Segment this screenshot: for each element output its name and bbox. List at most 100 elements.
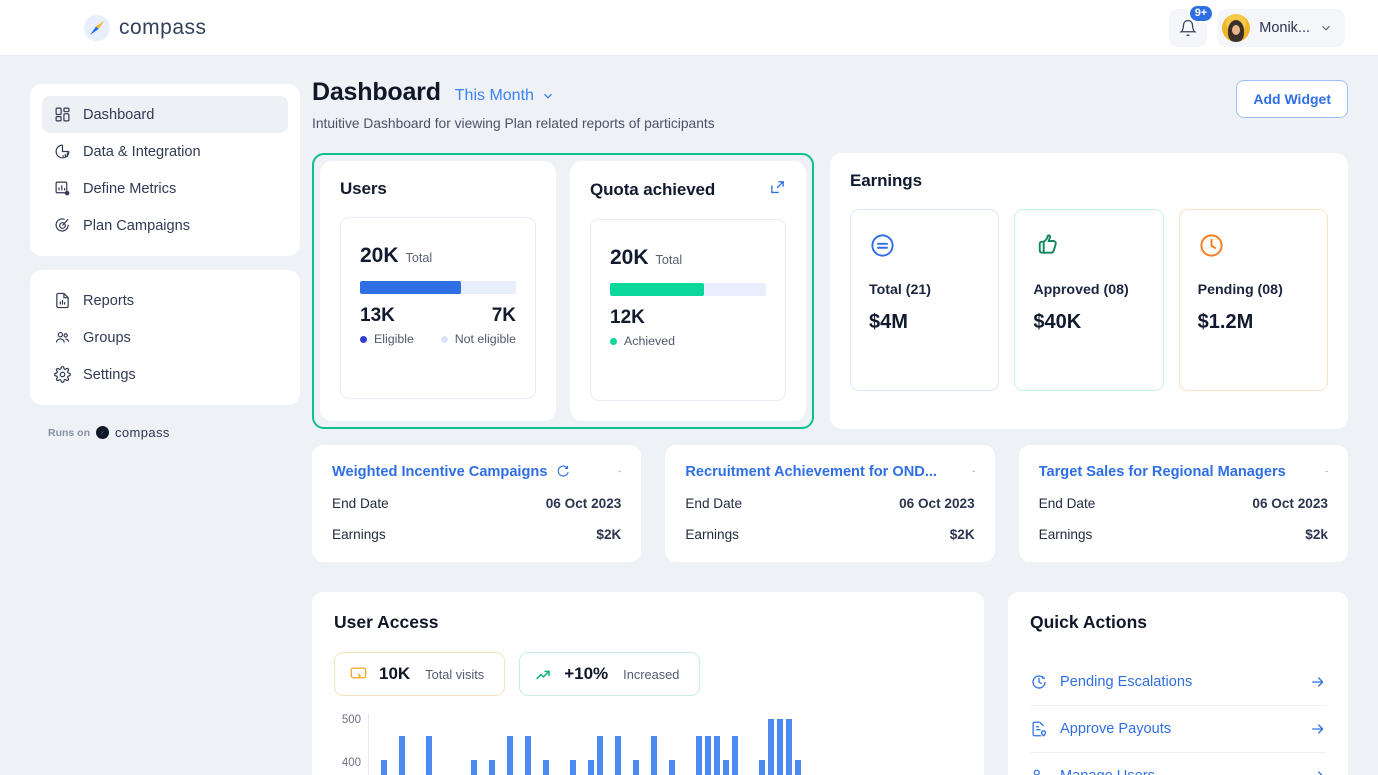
widgets-row-top: Users 20K Total 13K 7K [312, 153, 1348, 429]
campaign-end-date-value: 06 Oct 2023 [899, 496, 975, 511]
chart-bar [426, 736, 432, 775]
campaign-head: Target Sales for Regional Managers [1039, 463, 1328, 480]
avatar [1222, 14, 1250, 42]
runs-on-label: Runs on [48, 427, 90, 439]
chart-bar [399, 736, 405, 775]
campaign-earnings-label: Earnings [1039, 527, 1093, 542]
campaign-head: Recruitment Achievement for OND... [685, 463, 974, 480]
legend-not-eligible: Not eligible [441, 332, 516, 346]
users-total: 20K Total [360, 244, 516, 268]
brand-logo[interactable]: compass [84, 15, 207, 41]
total-visits-value: 10K [379, 664, 410, 684]
data-integration-icon [54, 143, 71, 160]
campaign-earnings-label: Earnings [685, 527, 739, 542]
chart-bar [381, 760, 387, 775]
equals-circle-icon [869, 232, 896, 259]
arrow-right-icon[interactable] [1310, 768, 1326, 775]
arrow-right-icon[interactable] [958, 463, 975, 480]
add-widget-button[interactable]: Add Widget [1236, 80, 1348, 118]
sidebar-item-label: Settings [83, 367, 136, 383]
chart-y-tick: 400 [342, 757, 361, 769]
sidebar-item-dashboard[interactable]: Dashboard [42, 96, 288, 133]
users-widget-body: 20K Total 13K 7K [340, 217, 536, 399]
campaign-end-date-value: 06 Oct 2023 [546, 496, 622, 511]
sidebar-item-data-integration[interactable]: Data & Integration [42, 133, 288, 170]
sidebar-item-define-metrics[interactable]: Define Metrics [42, 170, 288, 207]
users-total-label: Total [406, 251, 433, 265]
period-selector[interactable]: This Month [455, 87, 555, 105]
user-menu[interactable]: Monik... [1217, 9, 1345, 47]
total-visits-label: Total visits [425, 667, 484, 682]
campaign-card[interactable]: Weighted Incentive Campaigns End Date 06… [312, 445, 641, 562]
chart-bar [651, 736, 657, 775]
earnings-tile-value: $4M [869, 311, 980, 334]
chevron-down-icon [1319, 21, 1333, 35]
notifications-button[interactable]: 9+ [1169, 9, 1207, 47]
total-visits-pill[interactable]: 10K Total visits [334, 652, 505, 696]
user-access-title: User Access [334, 612, 962, 633]
campaign-card[interactable]: Recruitment Achievement for OND... End D… [665, 445, 994, 562]
quota-total-value: 20K [610, 246, 649, 270]
page-title: Dashboard [312, 78, 441, 107]
runs-on-footer: Runs on compass [30, 419, 300, 440]
chart-bar [777, 719, 783, 775]
arrow-right-icon[interactable] [604, 463, 621, 480]
bottom-row: User Access 10K Total visits [312, 592, 1348, 775]
quick-action-manage-users[interactable]: Manage Users [1030, 753, 1326, 775]
sidebar-item-groups[interactable]: Groups [42, 319, 288, 356]
page-body: Dashboard Data & Integration Define Metr… [0, 56, 1378, 775]
sidebar: Dashboard Data & Integration Define Metr… [0, 56, 300, 775]
chart-bar [588, 760, 594, 775]
earnings-tile-pending[interactable]: Pending (08) $1.2M [1179, 209, 1328, 391]
quick-action-approve-payouts[interactable]: Approve Payouts [1030, 706, 1326, 753]
quick-action-pending-escalations[interactable]: Pending Escalations [1030, 659, 1326, 706]
sidebar-primary-group: Dashboard Data & Integration Define Metr… [30, 84, 300, 256]
sidebar-item-label: Groups [83, 330, 131, 346]
users-progress-track [360, 281, 516, 294]
campaign-end-date-value: 06 Oct 2023 [1252, 496, 1328, 511]
payout-document-icon [1030, 720, 1048, 738]
chart-bar [570, 760, 576, 775]
users-total-value: 20K [360, 244, 399, 268]
earnings-tile-approved[interactable]: Approved (08) $40K [1014, 209, 1163, 391]
settings-gear-icon [54, 366, 71, 383]
chart-bar [507, 736, 513, 775]
arrow-right-icon[interactable] [1310, 721, 1326, 737]
sidebar-item-reports[interactable]: Reports [42, 282, 288, 319]
page-subtitle: Intuitive Dashboard for viewing Plan rel… [312, 116, 715, 131]
chevron-down-icon [541, 89, 555, 103]
chart-bar [525, 736, 531, 775]
quick-action-label: Pending Escalations [1060, 674, 1192, 690]
selected-widget-group[interactable]: Users 20K Total 13K 7K [312, 153, 814, 429]
quota-widget-title: Quota achieved [590, 180, 715, 200]
campaign-card[interactable]: Target Sales for Regional Managers End D… [1019, 445, 1348, 562]
chart-bar [489, 760, 495, 775]
arrow-right-icon[interactable] [1311, 463, 1328, 480]
earnings-tile-name: Pending (08) [1198, 282, 1309, 298]
increase-pill[interactable]: +10% Increased [519, 652, 700, 696]
top-bar: compass 9+ Monik... [0, 0, 1378, 56]
chart-bar [615, 736, 621, 775]
sidebar-item-label: Reports [83, 293, 134, 309]
main-content: Dashboard This Month Intuitive Dashboard… [300, 56, 1378, 775]
quota-total: 20K Total [610, 246, 766, 270]
earnings-tile-total[interactable]: Total (21) $4M [850, 209, 999, 391]
campaign-title[interactable]: Target Sales for Regional Managers [1039, 464, 1286, 480]
sidebar-item-settings[interactable]: Settings [42, 356, 288, 393]
campaign-title[interactable]: Weighted Incentive Campaigns [332, 464, 547, 480]
campaign-earnings-row: Earnings $2k [1039, 527, 1328, 542]
arrow-right-icon[interactable] [1310, 674, 1326, 690]
chart-y-axis: 500400300 [334, 714, 368, 775]
expand-external-icon[interactable] [769, 179, 786, 201]
clock-icon [1198, 232, 1225, 259]
refresh-icon[interactable] [555, 464, 570, 479]
campaign-title[interactable]: Recruitment Achievement for OND... [685, 464, 937, 480]
sidebar-item-plan-campaigns[interactable]: Plan Campaigns [42, 207, 288, 244]
page-header: Dashboard This Month Intuitive Dashboard… [312, 78, 1348, 131]
sidebar-item-label: Plan Campaigns [83, 218, 190, 234]
quick-actions-widget: Quick Actions Pending Escalations [1008, 592, 1348, 775]
chart-bar [696, 736, 702, 775]
plan-campaigns-icon [54, 217, 71, 234]
user-access-chart: 500400300 [334, 714, 962, 775]
runs-on-brand: compass [115, 425, 170, 440]
